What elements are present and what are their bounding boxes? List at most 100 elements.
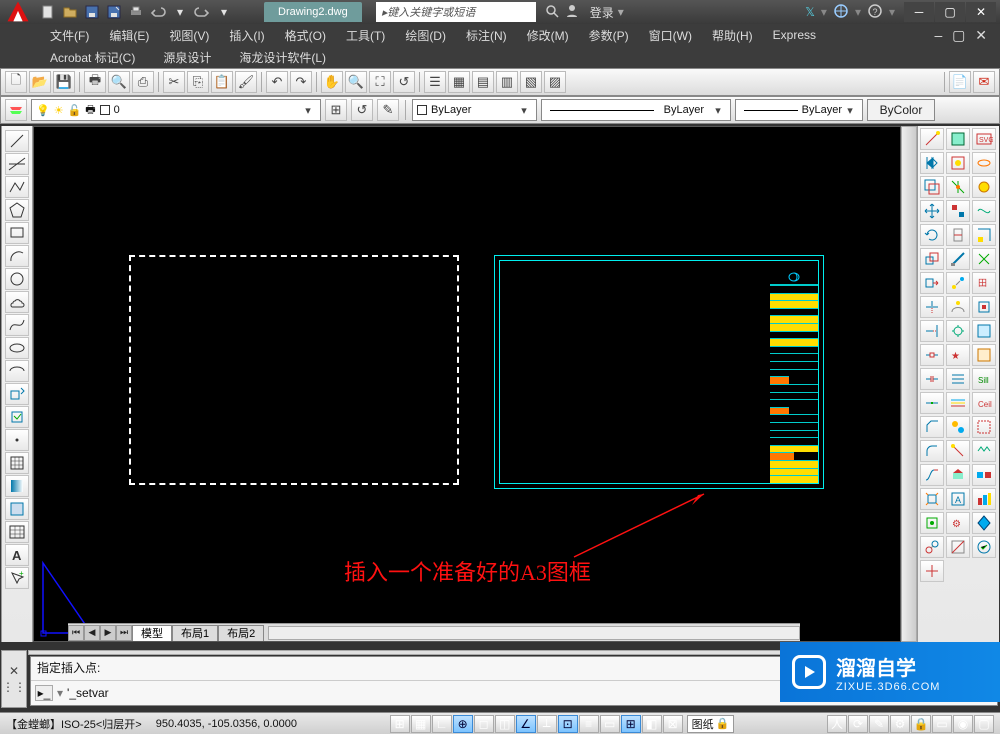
spline-tool[interactable] [5, 314, 29, 336]
rt-9[interactable] [972, 200, 996, 222]
polar-toggle[interactable]: ⊕ [453, 715, 473, 733]
undo-icon[interactable] [148, 2, 168, 22]
open-button[interactable]: 📂 [29, 71, 51, 93]
rt-16[interactable] [946, 296, 970, 318]
lineweight-combo-2[interactable]: ByLayer ▾ [735, 99, 863, 121]
rt-offset[interactable] [920, 176, 944, 198]
print-icon[interactable] [126, 2, 146, 22]
print-button[interactable]: 🖶 [84, 71, 106, 93]
rt-mirror[interactable] [920, 152, 944, 174]
an-auto-toggle[interactable]: ✎ [869, 715, 889, 733]
snap-toggle[interactable]: ⊞ [390, 715, 410, 733]
handle-icon[interactable]: ⋮⋮ [2, 680, 26, 694]
arc-tool[interactable] [5, 245, 29, 267]
zoom-rt-button[interactable]: 🔍 [345, 71, 367, 93]
dropdown-icon[interactable]: ▾ [214, 2, 234, 22]
layer-iso-button[interactable]: ⊞ [325, 99, 347, 121]
menu-tools[interactable]: 工具(T) [338, 27, 393, 44]
rt-36[interactable] [972, 512, 996, 534]
rt-14[interactable] [946, 272, 970, 294]
menu-edit[interactable]: 编辑(E) [101, 27, 157, 44]
insert-tool[interactable] [5, 383, 29, 405]
new-icon[interactable] [38, 2, 58, 22]
preview-button[interactable]: 🔍 [108, 71, 130, 93]
model-tab[interactable]: 模型 [132, 625, 172, 641]
paste-button[interactable]: 📋 [211, 71, 233, 93]
point-tool[interactable] [5, 429, 29, 451]
doc-window-controls[interactable]: – ▢ ✕ [934, 27, 990, 44]
command-grip[interactable]: ✕⋮⋮ [1, 650, 27, 708]
qcalc-button[interactable]: ▨ [544, 71, 566, 93]
osnap-toggle[interactable]: ◻ [474, 715, 494, 733]
grid-toggle[interactable]: ▦ [411, 715, 431, 733]
rt-29[interactable] [972, 440, 996, 462]
revcloud-tool[interactable] [5, 291, 29, 313]
rt-18[interactable] [946, 320, 970, 342]
a360-icon[interactable] [833, 3, 849, 22]
rt-25[interactable]: Ceil [972, 392, 996, 414]
menu-window[interactable]: 窗口(W) [641, 27, 700, 44]
rt-7[interactable] [972, 176, 996, 198]
close-button[interactable]: ✕ [966, 2, 996, 22]
hw-toggle[interactable]: ▭ [932, 715, 952, 733]
cut-button[interactable]: ✂ [163, 71, 185, 93]
command-prompt-icon[interactable]: ▸_ [35, 685, 53, 701]
line-tool[interactable] [5, 130, 29, 152]
polygon-tool[interactable] [5, 199, 29, 221]
menu-express[interactable]: Express [765, 28, 824, 42]
rt-scale[interactable] [920, 248, 944, 270]
exchange-icon[interactable]: 𝕏 [805, 5, 815, 19]
rt-35[interactable]: ⚙ [946, 512, 970, 534]
ssm-button[interactable]: ▥ [496, 71, 518, 93]
rt-move[interactable] [920, 200, 944, 222]
model-paper-toggle[interactable]: 图纸🔒 [687, 715, 735, 733]
circle-tool[interactable] [5, 268, 29, 290]
help-icon[interactable]: ? [867, 3, 883, 22]
zoom-win-button[interactable]: ⛶ [369, 71, 391, 93]
am-toggle[interactable]: ⊠ [663, 715, 683, 733]
rt-rotate[interactable] [920, 224, 944, 246]
undo-button[interactable]: ↶ [266, 71, 288, 93]
tb-lock-toggle[interactable]: 🔒 [911, 715, 931, 733]
user-icon[interactable] [564, 3, 580, 22]
rt-27[interactable] [972, 416, 996, 438]
layer-prev-button[interactable]: ↺ [351, 99, 373, 121]
rt-37[interactable] [920, 536, 944, 558]
rt-extend[interactable] [920, 320, 944, 342]
menu-help[interactable]: 帮助(H) [704, 27, 761, 44]
rt-19[interactable] [972, 320, 996, 342]
chevron-down-icon[interactable]: ▾ [516, 104, 532, 117]
drawing-canvas[interactable]: 插入一个准备好的A3图框 ⏮ ◀ ▶ ⏭ 模型 布局1 布局2 [33, 126, 901, 642]
rt-blend[interactable] [920, 464, 944, 486]
rt-32[interactable]: A [946, 488, 970, 510]
rt-1[interactable] [920, 128, 944, 150]
clean-toggle[interactable]: ▢ [974, 715, 994, 733]
an-scale-toggle[interactable]: 人 [827, 715, 847, 733]
save-button[interactable]: 💾 [53, 71, 75, 93]
redo-icon[interactable] [192, 2, 212, 22]
chevron-down-icon[interactable]: ▾ [842, 104, 858, 117]
menu-dimension[interactable]: 标注(N) [458, 27, 515, 44]
3dosnap-toggle[interactable]: ◫ [495, 715, 515, 733]
ortho-toggle[interactable]: ∟ [432, 715, 452, 733]
menu-hl[interactable]: 海龙设计软件(L) [231, 49, 334, 66]
props-button[interactable]: ☰ [424, 71, 446, 93]
rt-20[interactable]: ★ [946, 344, 970, 366]
sc-toggle[interactable]: ◧ [642, 715, 662, 733]
markup-button[interactable]: ▧ [520, 71, 542, 93]
chevron-down-icon[interactable]: ▾ [300, 104, 316, 117]
redo-button[interactable]: ↷ [290, 71, 312, 93]
hatch-tool[interactable] [5, 452, 29, 474]
rt-11[interactable] [972, 224, 996, 246]
an-vis-toggle[interactable]: ⟳ [848, 715, 868, 733]
qp-toggle[interactable]: ⊞ [621, 715, 641, 733]
rt-31[interactable] [972, 464, 996, 486]
rt-break2[interactable] [920, 368, 944, 390]
rt-break[interactable] [920, 344, 944, 366]
addselected-tool[interactable]: + [5, 567, 29, 589]
menu-acrobat[interactable]: Acrobat 标记(C) [42, 49, 143, 66]
tab-next-button[interactable]: ▶ [100, 625, 116, 641]
layer-combo[interactable]: 💡 ☀ 🔓 🖶 0 ▾ [31, 99, 321, 121]
rt-40[interactable] [920, 560, 944, 582]
rt-chamfer[interactable] [920, 416, 944, 438]
